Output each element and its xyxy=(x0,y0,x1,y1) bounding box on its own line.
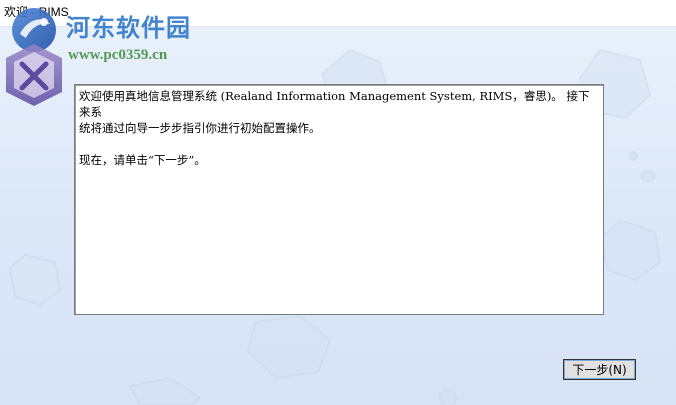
window-title: 欢迎 - RIMS xyxy=(4,5,69,19)
title-bar: 欢迎 - RIMS xyxy=(0,0,676,27)
next-button[interactable]: 下一步(N) xyxy=(563,359,636,380)
wizard-window: 欢迎 - RIMS 河东软件园 www.pc0359.cn 欢迎使用真地信息管理… xyxy=(0,0,676,405)
message-line-1: 欢迎使用真地信息管理系统 (Realand Information Manage… xyxy=(79,89,590,119)
message-instruction: 现在，请单击“下一步”。 xyxy=(79,153,206,167)
message-line-2: 统将通过向导一步步指引你进行初始配置操作。 xyxy=(79,121,321,135)
welcome-message-box: 欢迎使用真地信息管理系统 (Realand Information Manage… xyxy=(74,84,604,315)
